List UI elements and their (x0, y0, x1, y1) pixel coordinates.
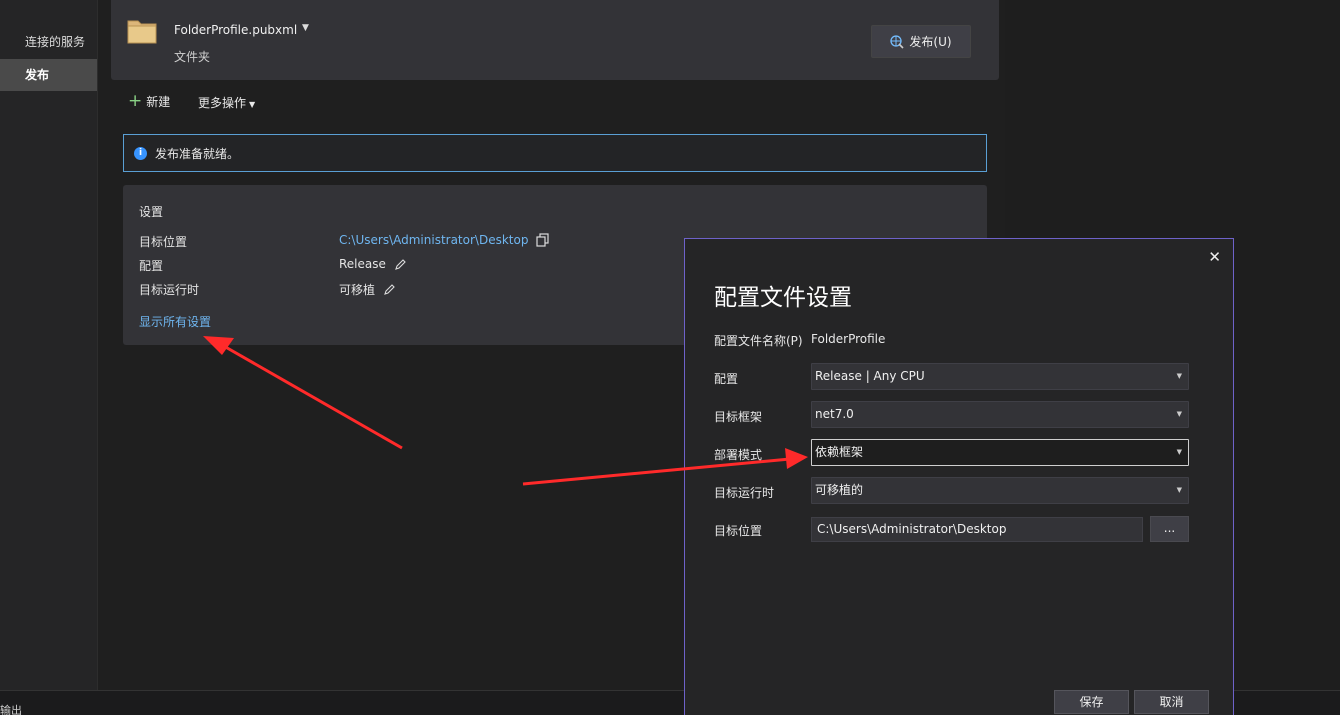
deployment-mode-value: 依赖框架 (815, 445, 864, 459)
edit-pencil-icon[interactable] (383, 283, 396, 296)
chevron-down-icon: ▼ (1176, 448, 1182, 456)
target-runtime-value: 可移植 (339, 281, 396, 298)
cancel-button[interactable]: 取消 (1134, 690, 1209, 714)
target-location-path[interactable]: C:\Users\Administrator\Desktop (339, 233, 528, 247)
show-all-settings-link[interactable]: 显示所有设置 (139, 313, 211, 330)
target-location-input-label: 目标位置 (714, 524, 763, 538)
sidebar-item-publish[interactable]: 发布 (0, 59, 97, 91)
info-icon: i (134, 146, 147, 160)
publish-button[interactable]: 发布(U) (871, 25, 971, 58)
save-button[interactable]: 保存 (1054, 690, 1129, 714)
sidebar-item-connected-services[interactable]: 连接的服务 (0, 26, 97, 58)
profile-name-value: FolderProfile (811, 332, 886, 346)
target-framework-value: net7.0 (815, 407, 854, 421)
configuration-select[interactable]: Release | Any CPU ▼ (811, 363, 1189, 390)
configuration-label: 配置 (139, 259, 164, 273)
more-actions-button[interactable]: 更多操作 ▼ (198, 94, 255, 111)
edit-pencil-icon[interactable] (394, 258, 407, 271)
new-profile-button[interactable]: + 新建 (128, 93, 170, 110)
configuration-value: Release (339, 257, 407, 271)
publish-globe-icon (890, 34, 904, 49)
target-runtime-select[interactable]: 可移植的 ▼ (811, 477, 1189, 504)
profile-type: 文件夹 (174, 50, 211, 64)
target-runtime-text: 可移植 (339, 283, 376, 297)
target-runtime-select-label: 目标运行时 (714, 486, 775, 500)
plus-icon: + (128, 91, 143, 111)
profile-dropdown-caret-icon[interactable]: ▼ (302, 23, 309, 33)
info-bar: i 发布准备就绪。 (123, 134, 987, 172)
target-framework-select[interactable]: net7.0 ▼ (811, 401, 1189, 428)
configuration-text: Release (339, 257, 386, 271)
target-location-label: 目标位置 (139, 235, 188, 249)
target-framework-label: 目标框架 (714, 410, 763, 424)
profile-name[interactable]: FolderProfile.pubxml (174, 23, 297, 37)
target-location-value[interactable]: C:\Users\Administrator\Desktop (339, 233, 550, 247)
profile-name-label: 配置文件名称(P) (714, 334, 803, 348)
more-actions-label: 更多操作 (198, 96, 247, 110)
browse-button[interactable]: ... (1150, 516, 1189, 542)
configuration-select-label: 配置 (714, 372, 739, 386)
target-runtime-select-value: 可移植的 (815, 483, 864, 497)
output-tab[interactable]: 输出 (0, 702, 22, 715)
configuration-select-value: Release | Any CPU (815, 369, 925, 383)
chevron-down-icon: ▼ (1176, 486, 1182, 494)
profile-card: FolderProfile.pubxml ▼ 文件夹 发布(U) (111, 0, 999, 80)
close-icon[interactable]: ✕ (1208, 248, 1221, 266)
new-label: 新建 (146, 95, 171, 109)
info-message: 发布准备就绪。 (155, 146, 240, 161)
target-location-input[interactable]: C:\Users\Administrator\Desktop (811, 517, 1143, 542)
settings-title: 设置 (139, 205, 164, 219)
target-runtime-label: 目标运行时 (139, 283, 200, 297)
chevron-down-icon: ▼ (249, 100, 256, 109)
sidebar: 连接的服务 发布 (0, 0, 98, 690)
profile-settings-dialog: ✕ 配置文件设置 配置文件名称(P) FolderProfile 配置 Rele… (684, 238, 1234, 715)
chevron-down-icon: ▼ (1176, 372, 1182, 380)
folder-icon (127, 20, 157, 44)
copy-icon[interactable] (536, 233, 550, 247)
publish-button-label: 发布(U) (909, 35, 952, 49)
chevron-down-icon: ▼ (1176, 410, 1182, 418)
deployment-mode-select[interactable]: 依赖框架 ▼ (811, 439, 1189, 466)
deployment-mode-label: 部署模式 (714, 448, 763, 462)
dialog-title: 配置文件设置 (714, 285, 852, 311)
